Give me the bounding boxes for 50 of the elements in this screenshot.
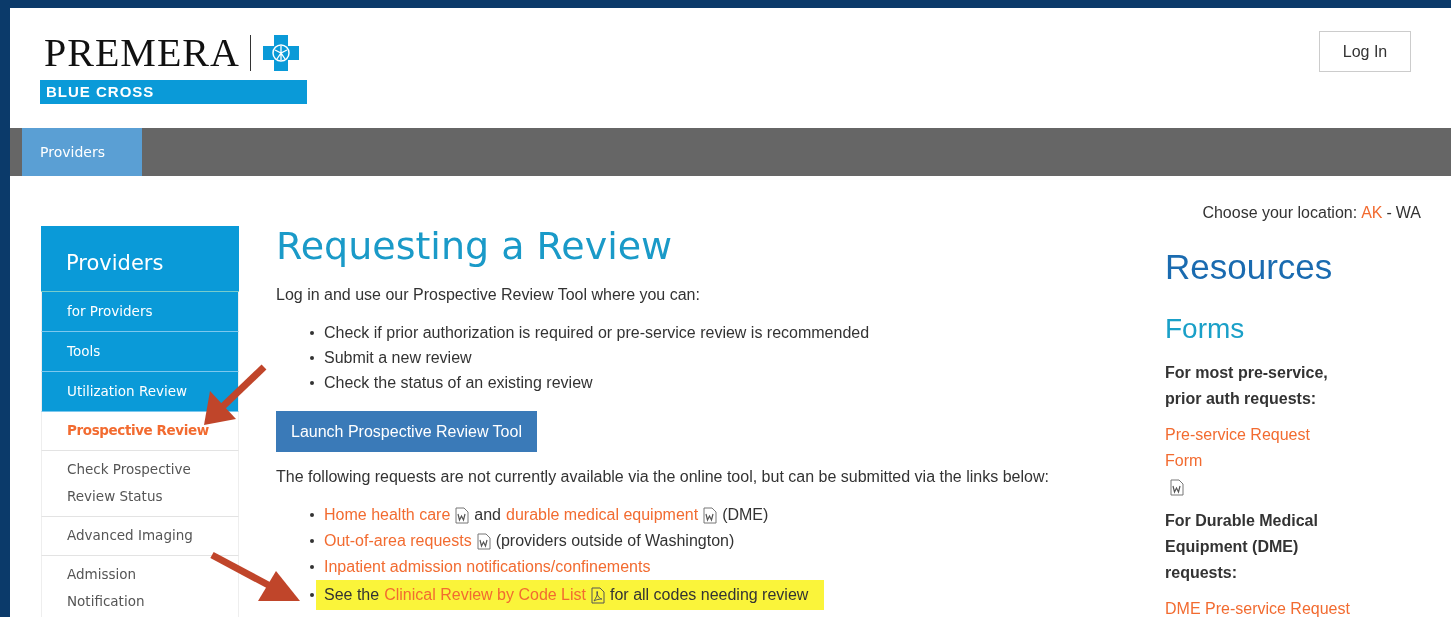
request-text: and (474, 505, 501, 525)
sidebar-item[interactable]: Utilization Review (41, 372, 239, 412)
bullet-icon (310, 513, 314, 517)
cross-logo-icon (260, 33, 301, 73)
document-link[interactable]: Clinical Review by Code List (384, 582, 586, 608)
sidebar-item[interactable]: Advanced Imaging (41, 517, 239, 556)
sidebar-item[interactable]: Check Prospective Review Status (41, 451, 239, 517)
bullet-icon (310, 593, 314, 597)
bullet-icon (310, 355, 314, 360)
bullet-text: Check the status of an existing review (324, 373, 593, 393)
note-text: The following requests are not currently available via the online tool, but can be submitted via the links below: (276, 467, 1050, 487)
sidebar-item[interactable]: Tools (41, 332, 239, 372)
location-link[interactable]: WA (1395, 204, 1421, 226)
bullet-icon (310, 380, 314, 385)
request-text: (providers outside of Washington) (495, 531, 735, 551)
sidebar-item[interactable]: for Providers (41, 292, 239, 332)
sidebar-title: Providers (41, 226, 239, 292)
request-text: (DME) (722, 505, 769, 525)
form-group-heading: For Durable Medical Equipment (DME) requests: (1165, 511, 1319, 583)
form-group-heading: For most pre-service, prior auth requests: (1165, 363, 1329, 409)
forms-heading: Forms (1165, 312, 1246, 346)
bullet-text: Check if prior authorization is required or pre-service review is recommended (324, 323, 870, 343)
word-file-icon (455, 506, 470, 524)
form-link[interactable]: Pre-service Request Form (1165, 422, 1352, 474)
logo-tagline: BLUE CROSS (40, 80, 307, 104)
request-text: for all codes needing review (610, 585, 809, 605)
launch-button[interactable]: Launch Prospective Review Tool (276, 411, 537, 452)
request-text: See the (324, 585, 380, 605)
location-separator: - (1386, 204, 1392, 223)
nav-tab[interactable]: Providers (22, 128, 142, 176)
logo-wordmark: PREMERA (44, 30, 240, 76)
location-label: Choose your location: (1202, 204, 1358, 223)
document-link[interactable]: Home health care (324, 502, 451, 528)
pdf-file-icon (591, 586, 605, 604)
document-link[interactable]: Inpatient admission notifications/confinements (324, 554, 651, 580)
intro-text: Log in and use our Prospective Review Tool where you can: (276, 285, 701, 305)
form-link[interactable]: DME Pre-service Request (1165, 596, 1350, 617)
login-button[interactable]: Log In (1319, 31, 1411, 72)
page-title: Requesting a Review (276, 223, 674, 270)
bullet-icon (310, 539, 314, 543)
bullet-text: Submit a new review (324, 348, 472, 368)
resources-title: Resources (1165, 246, 1334, 288)
word-file-icon (476, 532, 491, 550)
sidebar-item[interactable]: Admission Notification (41, 556, 239, 617)
location-link[interactable]: AK (1361, 204, 1383, 226)
bullet-icon (310, 565, 314, 569)
word-file-icon (703, 506, 718, 524)
document-link[interactable]: Out-of-area requests (324, 528, 472, 554)
bullet-icon (310, 330, 314, 335)
document-link[interactable]: durable medical equipment (506, 502, 699, 528)
